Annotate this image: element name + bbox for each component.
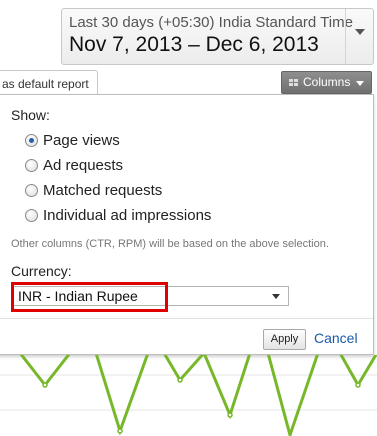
columns-button[interactable]: Columns	[281, 71, 372, 94]
default-report-tab[interactable]: as default report	[0, 70, 98, 96]
radio-ad-requests[interactable]	[25, 159, 38, 172]
date-range-value: Nov 7, 2013 – Dec 6, 2013	[69, 33, 319, 56]
radio-page-views[interactable]	[25, 134, 38, 147]
columns-button-label: Columns	[303, 75, 351, 89]
radio-matched-requests[interactable]	[25, 184, 38, 197]
chart-point	[355, 382, 361, 388]
caret-down-icon	[356, 81, 364, 86]
show-heading: Show:	[11, 107, 50, 123]
currency-heading: Currency:	[11, 263, 72, 279]
cancel-link[interactable]: Cancel	[314, 330, 358, 346]
date-picker-divider	[345, 9, 346, 64]
chart-point	[42, 382, 48, 388]
option-label: Individual ad impressions	[43, 207, 212, 224]
columns-icon	[289, 79, 299, 86]
option-label: Matched requests	[43, 182, 163, 199]
date-range-timezone: Last 30 days (+05:30) India Standard Tim…	[69, 14, 353, 31]
columns-panel: Show: Page views Ad requests Matched req…	[0, 94, 374, 355]
performance-chart	[0, 355, 377, 436]
chevron-down-icon[interactable]	[355, 29, 365, 35]
chevron-down-icon	[272, 294, 280, 299]
columns-note: Other columns (CTR, RPM) will be based o…	[11, 238, 329, 250]
option-label: Page views	[43, 132, 120, 149]
currency-select[interactable]: INR - Indian Rupee	[13, 286, 289, 306]
panel-divider	[0, 318, 373, 319]
date-range-picker[interactable]: Last 30 days (+05:30) India Standard Tim…	[61, 8, 374, 65]
radio-individual-ad-impressions[interactable]	[25, 209, 38, 222]
chart-point	[177, 377, 183, 383]
chart-line	[19, 355, 377, 436]
currency-select-value: INR - Indian Rupee	[18, 288, 138, 304]
apply-button[interactable]: Apply	[263, 329, 306, 350]
option-label: Ad requests	[43, 157, 124, 174]
chart-point	[117, 428, 123, 434]
chart-point	[227, 412, 233, 418]
